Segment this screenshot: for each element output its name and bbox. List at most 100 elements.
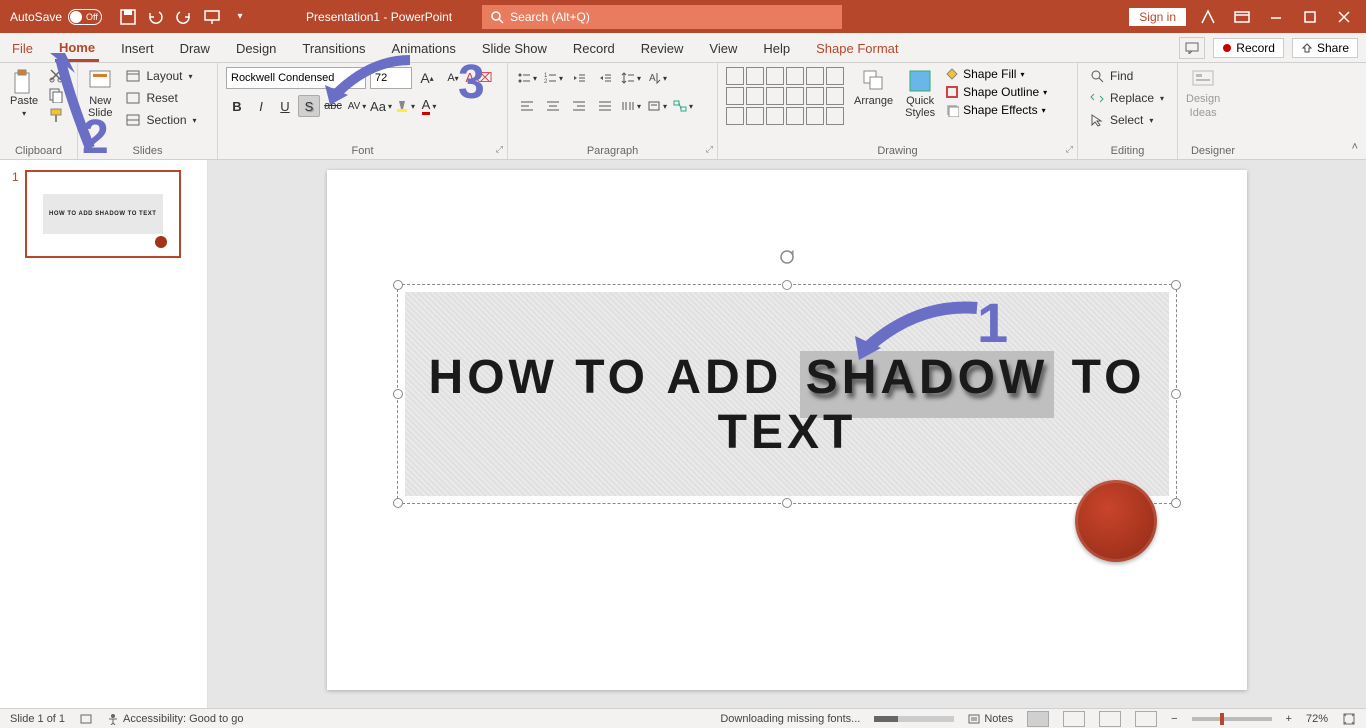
align-right-icon[interactable]	[568, 95, 590, 117]
drawing-launcher-icon[interactable]: ⤢	[1066, 144, 1073, 155]
signin-button[interactable]: Sign in	[1129, 8, 1186, 26]
search-box[interactable]: Search (Alt+Q)	[482, 5, 842, 29]
shape-fill-button[interactable]: Shape Fill▾	[945, 67, 1047, 81]
zoom-in-icon[interactable]: +	[1286, 713, 1292, 725]
increase-font-icon[interactable]: A▴	[416, 67, 438, 89]
font-color-button[interactable]: A	[418, 95, 440, 117]
textbox-selection[interactable]	[397, 284, 1177, 504]
resize-handle[interactable]	[782, 498, 792, 508]
rotate-handle-icon[interactable]	[779, 249, 795, 265]
tab-home[interactable]: Home	[55, 34, 99, 62]
align-center-icon[interactable]	[542, 95, 564, 117]
align-left-icon[interactable]	[516, 95, 538, 117]
normal-view-icon[interactable]	[1027, 711, 1049, 727]
tab-transitions[interactable]: Transitions	[298, 35, 369, 60]
autosave-toggle[interactable]: Off	[68, 9, 102, 25]
font-launcher-icon[interactable]: ⤢	[496, 144, 503, 155]
decrease-font-icon[interactable]: A▾	[442, 67, 464, 89]
italic-button[interactable]: I	[250, 95, 272, 117]
qat-more-icon[interactable]: ▾	[230, 7, 250, 27]
resize-handle[interactable]	[393, 498, 403, 508]
slide-indicator[interactable]: Slide 1 of 1	[10, 713, 65, 725]
zoom-out-icon[interactable]: −	[1171, 713, 1177, 725]
accessibility-status[interactable]: Accessibility: Good to go	[107, 713, 243, 725]
line-spacing-icon[interactable]	[620, 67, 642, 89]
resize-handle[interactable]	[1171, 280, 1181, 290]
quick-styles-button[interactable]: Quick Styles	[903, 67, 937, 121]
design-ideas-button[interactable]: Design Ideas	[1186, 67, 1220, 119]
paste-button[interactable]: Paste ▾	[8, 67, 40, 120]
tab-insert[interactable]: Insert	[117, 35, 158, 60]
underline-button[interactable]: U	[274, 95, 296, 117]
zoom-slider[interactable]	[1192, 717, 1272, 721]
tab-view[interactable]: View	[705, 35, 741, 60]
section-button[interactable]: Section▾	[122, 111, 200, 129]
resize-handle[interactable]	[393, 389, 403, 399]
new-slide-button[interactable]: New Slide	[86, 67, 114, 121]
tab-record[interactable]: Record	[569, 35, 619, 60]
collapse-ribbon-icon[interactable]: ˄	[1352, 141, 1358, 153]
comments-button[interactable]	[1179, 37, 1205, 59]
notes-button[interactable]: Notes	[968, 713, 1013, 725]
tab-file[interactable]: File	[8, 35, 37, 60]
tab-draw[interactable]: Draw	[176, 35, 214, 60]
text-direction-icon[interactable]: A	[646, 67, 668, 89]
resize-handle[interactable]	[393, 280, 403, 290]
save-icon[interactable]	[118, 7, 138, 27]
fit-window-icon[interactable]	[1342, 712, 1356, 726]
font-name-input[interactable]	[226, 67, 366, 89]
minimize-icon[interactable]	[1264, 5, 1288, 29]
share-button[interactable]: Share	[1292, 38, 1358, 58]
record-button[interactable]: Record	[1213, 38, 1284, 58]
smartart-icon[interactable]	[672, 95, 694, 117]
resize-handle[interactable]	[1171, 498, 1181, 508]
highlight-button[interactable]	[394, 95, 416, 117]
bullets-button[interactable]	[516, 67, 538, 89]
strikethrough-button[interactable]: abc	[322, 95, 344, 117]
char-spacing-button[interactable]: AV	[346, 95, 368, 117]
undo-icon[interactable]	[146, 7, 166, 27]
close-icon[interactable]	[1332, 5, 1356, 29]
shape-effects-button[interactable]: Shape Effects▾	[945, 103, 1047, 117]
paragraph-launcher-icon[interactable]: ⤢	[706, 144, 713, 155]
numbering-button[interactable]: 12	[542, 67, 564, 89]
decrease-indent-icon[interactable]	[568, 67, 590, 89]
tab-animations[interactable]: Animations	[388, 35, 460, 60]
copy-icon[interactable]	[48, 87, 64, 103]
arrange-button[interactable]: Arrange	[852, 67, 895, 109]
columns-icon[interactable]	[620, 95, 642, 117]
change-case-button[interactable]: Aa	[370, 95, 392, 117]
shadow-button[interactable]: S	[298, 95, 320, 117]
reading-view-icon[interactable]	[1099, 711, 1121, 727]
shapes-gallery[interactable]	[726, 67, 844, 125]
clear-format-icon[interactable]: A⌫	[468, 67, 490, 89]
reset-button[interactable]: Reset	[122, 89, 200, 107]
replace-button[interactable]: Replace▾	[1086, 89, 1168, 107]
increase-indent-icon[interactable]	[594, 67, 616, 89]
ribbon-display-icon[interactable]	[1230, 5, 1254, 29]
sorter-view-icon[interactable]	[1063, 711, 1085, 727]
tab-review[interactable]: Review	[637, 35, 688, 60]
coming-soon-icon[interactable]	[1196, 5, 1220, 29]
justify-icon[interactable]	[594, 95, 616, 117]
maximize-icon[interactable]	[1298, 5, 1322, 29]
resize-handle[interactable]	[782, 280, 792, 290]
slide-thumbnail[interactable]: HOW TO ADD SHADOW TO TEXT	[25, 170, 181, 258]
present-icon[interactable]	[202, 7, 222, 27]
zoom-level[interactable]: 72%	[1306, 713, 1328, 725]
slideshow-view-icon[interactable]	[1135, 711, 1157, 727]
cut-icon[interactable]	[48, 67, 64, 83]
resize-handle[interactable]	[1171, 389, 1181, 399]
tab-slideshow[interactable]: Slide Show	[478, 35, 551, 60]
redo-icon[interactable]	[174, 7, 194, 27]
tab-shape-format[interactable]: Shape Format	[812, 35, 902, 60]
shape-outline-button[interactable]: Shape Outline▾	[945, 85, 1047, 99]
tab-help[interactable]: Help	[759, 35, 794, 60]
layout-button[interactable]: Layout▾	[122, 67, 200, 85]
find-button[interactable]: Find	[1086, 67, 1168, 85]
bold-button[interactable]: B	[226, 95, 248, 117]
select-button[interactable]: Select▾	[1086, 111, 1168, 129]
align-text-icon[interactable]	[646, 95, 668, 117]
slide-canvas[interactable]: HOW TO ADD SHADOW TO TEXT	[327, 170, 1247, 690]
format-painter-icon[interactable]	[48, 107, 64, 123]
